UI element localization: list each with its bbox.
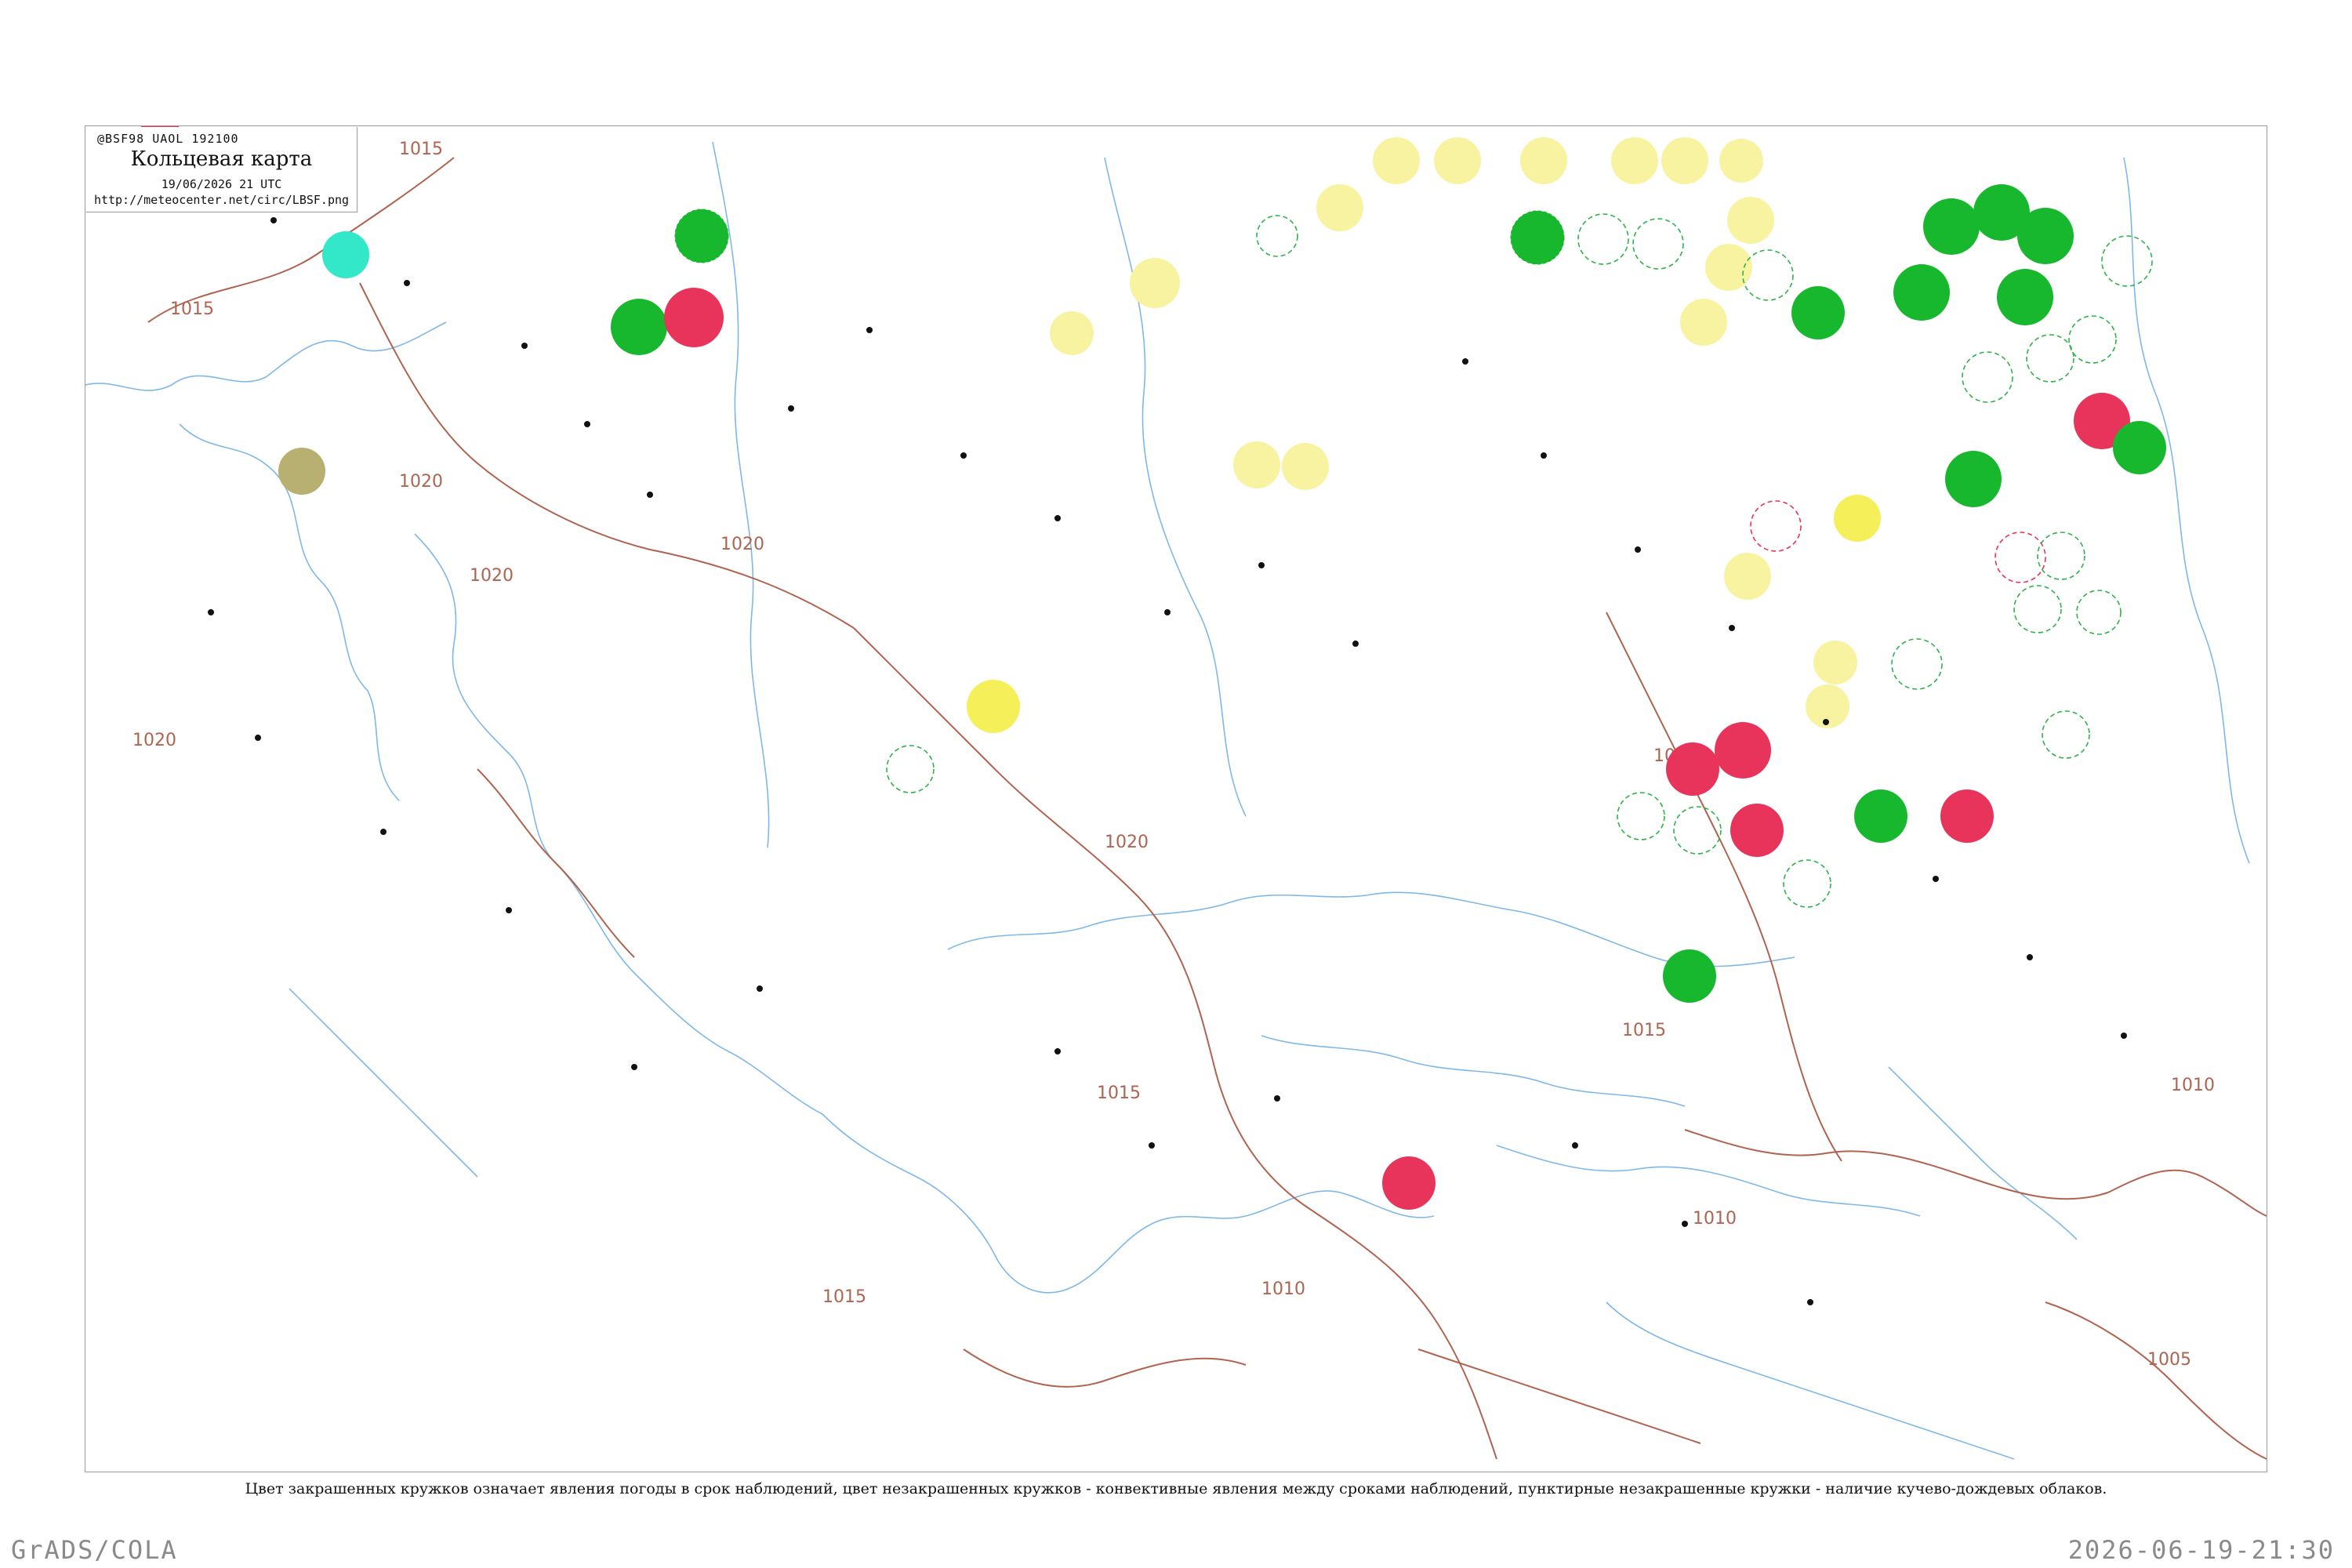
- weather-circle[interactable]: [1727, 197, 1774, 244]
- weather-circle[interactable]: [611, 299, 667, 355]
- isobar-labels: 1015 1015 1020 1020 1020 1020 1020 1015 …: [132, 140, 2215, 1370]
- weather-circle[interactable]: [278, 448, 325, 495]
- convective-circle[interactable]: [1256, 215, 1298, 257]
- weather-circle[interactable]: [1666, 742, 1719, 796]
- convective-circle[interactable]: [2101, 235, 2153, 287]
- weather-circle[interactable]: [1834, 495, 1881, 542]
- weather-circle[interactable]: [1813, 641, 1857, 684]
- isobar-label: 1015: [1622, 1021, 1666, 1040]
- isobar-label: 1010: [2171, 1076, 2215, 1095]
- map-caption: Цвет закрашенных кружков означает явлени…: [245, 1480, 2107, 1497]
- weather-circle[interactable]: [1705, 244, 1752, 291]
- convective-circle[interactable]: [2076, 590, 2122, 635]
- map-title: Кольцевая карта: [130, 147, 313, 171]
- isobar-label: 1020: [132, 731, 176, 750]
- weather-circle[interactable]: [1373, 137, 1420, 184]
- weather-circle[interactable]: [1661, 137, 1708, 184]
- weather-circle[interactable]: [1434, 137, 1481, 184]
- weather-circle[interactable]: [1730, 804, 1784, 857]
- map-url[interactable]: http://meteocenter.net/circ/LBSF.png: [86, 193, 357, 207]
- weather-circle[interactable]: [1715, 722, 1771, 779]
- weather-circle[interactable]: [1316, 184, 1363, 231]
- isobar-label: 1005: [2147, 1350, 2191, 1370]
- weather-circle[interactable]: [1050, 311, 1094, 355]
- station-markers: [208, 217, 2127, 1305]
- weather-circle[interactable]: [1680, 299, 1727, 346]
- weather-circle[interactable]: [2017, 208, 2074, 264]
- isobar-label: 1010: [1261, 1279, 1305, 1299]
- weather-circle[interactable]: [1719, 139, 1763, 183]
- weather-circle[interactable]: [1510, 210, 1565, 265]
- convective-circle[interactable]: [1891, 638, 1943, 690]
- isobar-label: 1015: [822, 1287, 866, 1307]
- weather-circle[interactable]: [1611, 137, 1658, 184]
- synoptic-map[interactable]: 1015 1015 1020 1020 1020 1020 1020 1015 …: [85, 125, 2267, 1472]
- weather-circle[interactable]: [1130, 258, 1180, 308]
- render-timestamp: 2026-06-19-21:30: [2067, 1535, 2335, 1565]
- weather-circle[interactable]: [1724, 553, 1771, 600]
- map-title-box: @BSF98 UAOL 192100 Кольцевая карта 19/06…: [86, 127, 358, 212]
- software-credit: GrADS/COLA: [11, 1535, 178, 1565]
- convective-circle[interactable]: [1617, 792, 1665, 840]
- isobar-label: 1015: [1097, 1083, 1141, 1103]
- isobar-label: 1015: [399, 140, 443, 159]
- map-canvas: 1015 1015 1020 1020 1020 1020 1020 1015 …: [85, 126, 2267, 1460]
- isobar-label: 1020: [399, 472, 443, 492]
- convective-circle[interactable]: [1632, 218, 1684, 270]
- isobar-label: 1015: [170, 299, 214, 319]
- weather-circle[interactable]: [1233, 441, 1280, 488]
- convective-circle[interactable]: [1750, 500, 1802, 552]
- weather-circle[interactable]: [1923, 198, 1980, 255]
- convective-circle[interactable]: [886, 745, 935, 793]
- weather-circle[interactable]: [1520, 137, 1567, 184]
- isobar-label: 1020: [720, 535, 764, 554]
- weather-circles: [140, 126, 2166, 1210]
- coastlines: [85, 141, 2250, 1460]
- convective-circle[interactable]: [1673, 806, 1722, 855]
- weather-circle[interactable]: [322, 231, 369, 278]
- weather-circle[interactable]: [2113, 421, 2166, 474]
- weather-circle[interactable]: [1282, 443, 1329, 490]
- convective-circle[interactable]: [2037, 532, 2085, 580]
- weather-circle[interactable]: [967, 680, 1020, 733]
- bulletin-code: @BSF98 UAOL 192100: [97, 132, 239, 146]
- convective-circle[interactable]: [2042, 710, 2090, 759]
- map-datetime: 19/06/2026 21 UTC: [161, 177, 282, 191]
- convective-circle[interactable]: [2068, 315, 2117, 364]
- convective-circle[interactable]: [1962, 351, 2013, 403]
- convective-circle[interactable]: [1577, 213, 1629, 265]
- convective-circle[interactable]: [2013, 585, 2062, 633]
- convective-circle[interactable]: [2026, 334, 2074, 383]
- weather-circle[interactable]: [1791, 286, 1845, 339]
- weather-circle[interactable]: [1940, 789, 1994, 843]
- weather-circle[interactable]: [674, 209, 729, 263]
- weather-circle[interactable]: [1945, 451, 2002, 507]
- isobar-label: 1020: [1105, 833, 1149, 852]
- weather-circle[interactable]: [1893, 264, 1950, 321]
- isobar-label: 1010: [1693, 1209, 1737, 1229]
- isobar-label: 1020: [470, 566, 514, 586]
- weather-circle[interactable]: [1663, 949, 1716, 1003]
- weather-circle[interactable]: [1382, 1156, 1436, 1210]
- convective-circle[interactable]: [1783, 859, 1831, 908]
- weather-circle[interactable]: [1997, 269, 2053, 325]
- weather-circle[interactable]: [664, 288, 724, 347]
- weather-circle[interactable]: [1854, 789, 1907, 843]
